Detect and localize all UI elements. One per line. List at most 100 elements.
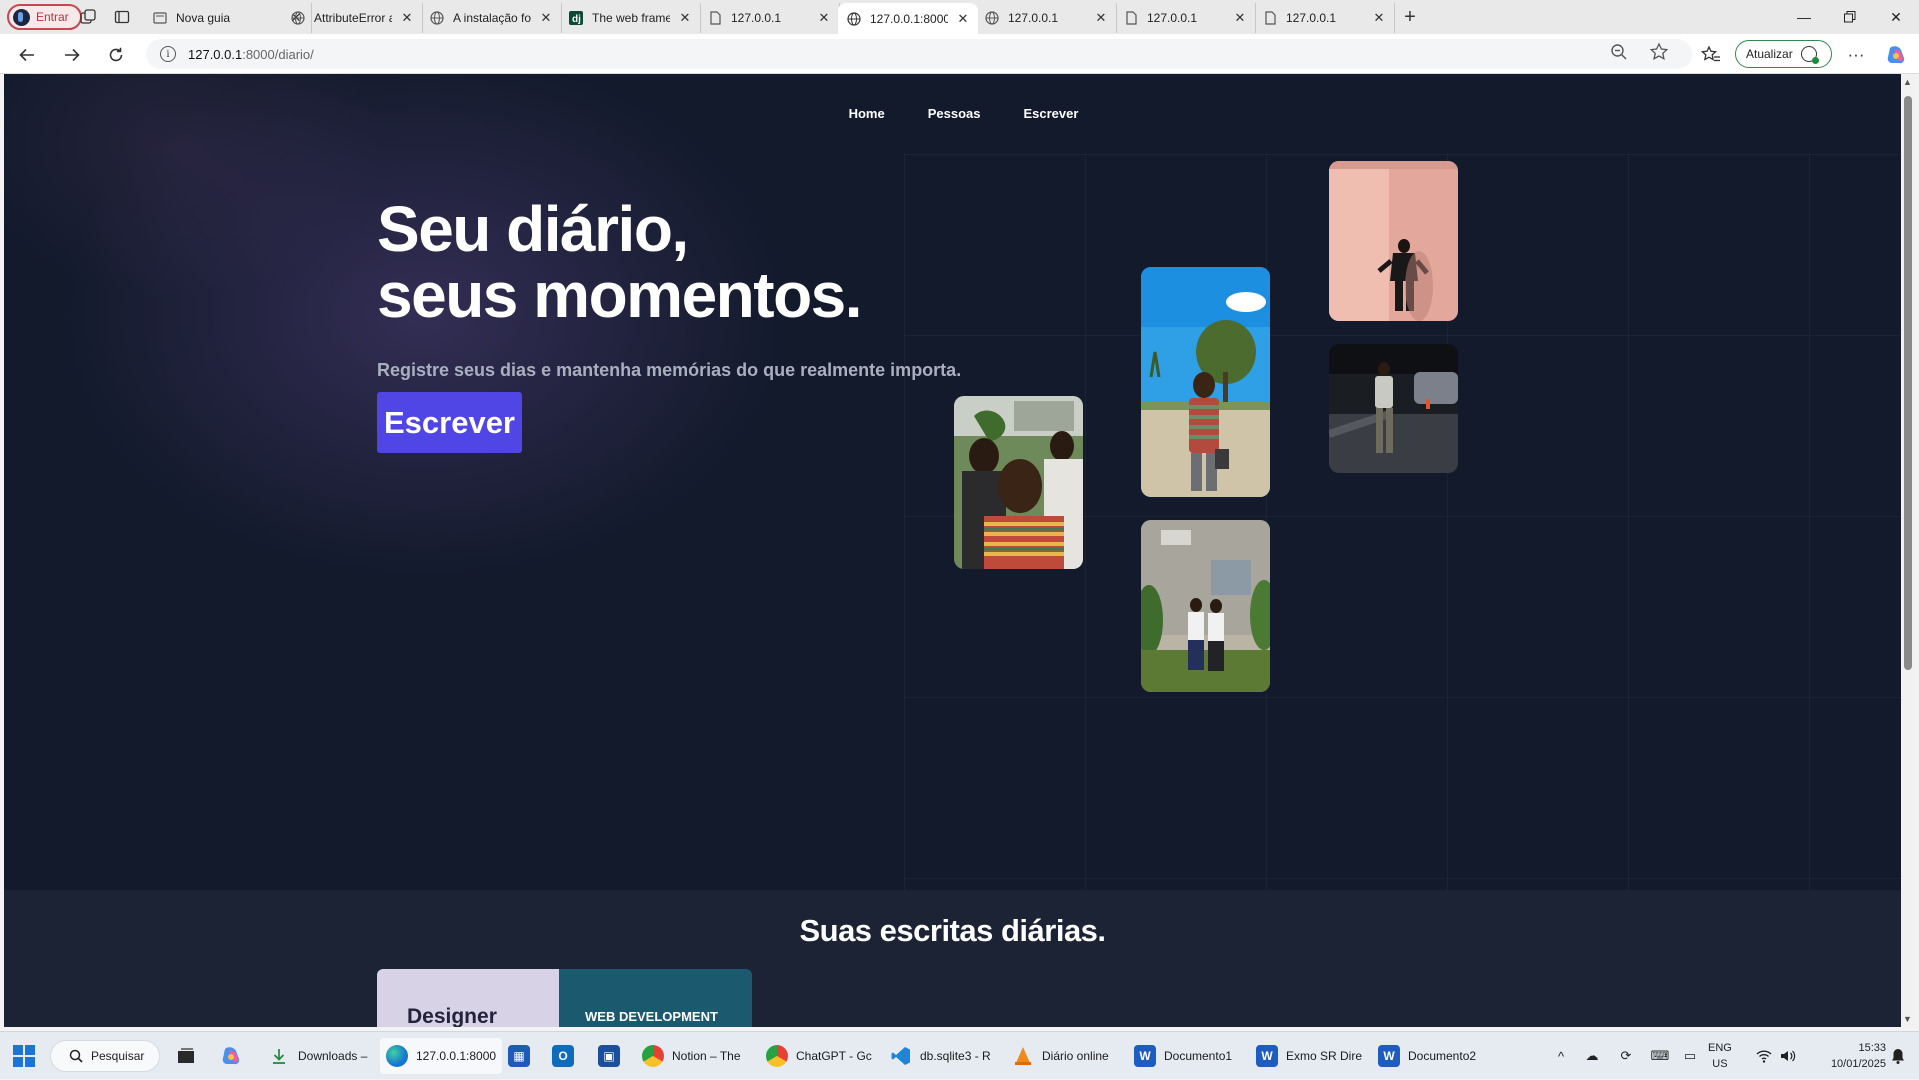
word-icon: W [1256, 1045, 1278, 1067]
display-icon[interactable]: ▭ [1678, 1032, 1702, 1080]
nav-escrever-link[interactable]: Escrever [1023, 106, 1078, 121]
browser-tab[interactable]: dj The web framework ✕ [560, 3, 701, 33]
close-tab-icon[interactable]: ✕ [1094, 10, 1108, 26]
escrever-button[interactable]: Escrever [377, 392, 522, 453]
browser-tab[interactable]: 127.0.0.1 ✕ [1254, 3, 1395, 33]
taskbar-label: Downloads – [298, 1049, 368, 1063]
close-tab-icon[interactable]: ✕ [956, 11, 970, 27]
hero-title: Seu diário, seus momentos. [377, 196, 863, 328]
nav-pessoas-link[interactable]: Pessoas [928, 106, 981, 121]
nav-home-link[interactable]: Home [849, 106, 885, 121]
browser-tab-active[interactable]: 127.0.0.1:8000/diario/ ✕ [838, 3, 978, 34]
close-tab-icon[interactable]: ✕ [400, 10, 414, 26]
taskbar-edge[interactable]: 127.0.0.1:8000 [380, 1038, 503, 1074]
address-path: :8000/diario/ [242, 46, 314, 62]
close-tab-icon[interactable]: ✕ [539, 10, 553, 26]
taskbar-chrome-notion[interactable]: Notion – The [636, 1038, 747, 1074]
taskbar-store[interactable]: ▦ [502, 1038, 536, 1074]
globe-icon [429, 10, 445, 26]
sync-icon[interactable]: ⟳ [1614, 1032, 1638, 1080]
forward-icon[interactable] [60, 43, 84, 67]
profile-label: Entrar [36, 10, 69, 24]
download-icon [268, 1045, 290, 1067]
tab-title: The web framework [592, 11, 670, 25]
writings-section-title: Suas escritas diárias. [799, 913, 1106, 948]
show-hidden-icons-icon[interactable]: ^ [1550, 1032, 1572, 1080]
language-indicator[interactable]: ENG US [1708, 1040, 1732, 1072]
notifications-icon[interactable] [1886, 1032, 1910, 1080]
vscode-icon [890, 1045, 912, 1067]
taskbar-app[interactable]: ▣ [592, 1038, 626, 1074]
diary-entry-card[interactable]: Designer WEB DEVELOPMENT [377, 969, 752, 1027]
card-left-text: Designer [407, 1005, 497, 1027]
tab-strip: Entrar Nova guia ✕ AttributeError at /di… [0, 0, 1919, 34]
back-icon[interactable] [15, 43, 39, 67]
photo-man-pink-wall [1329, 161, 1458, 321]
card-image-left: Designer [377, 969, 559, 1027]
more-options-icon[interactable]: ··· [1844, 43, 1868, 67]
browser-tab[interactable]: 127.0.0.1 ✕ [976, 3, 1117, 33]
writings-section: Suas escritas diárias. Designer WEB DEVE… [4, 890, 1901, 1027]
chrome-icon [642, 1045, 664, 1067]
site-info-icon[interactable]: i [160, 46, 176, 62]
profile-button[interactable]: Entrar [7, 4, 82, 30]
word-icon: W [1134, 1045, 1156, 1067]
close-tab-icon[interactable]: ✕ [817, 10, 831, 26]
wifi-icon[interactable] [1752, 1032, 1776, 1080]
page-viewport: Home Pessoas Escrever Seu diário, seus m… [4, 74, 1901, 1027]
keyboard-icon[interactable]: ⌨ [1648, 1032, 1672, 1080]
globe-icon [846, 11, 862, 27]
scroll-thumb[interactable] [1904, 96, 1912, 670]
copilot-icon[interactable] [1884, 43, 1908, 67]
taskbar-word-2[interactable]: W Exmo SR Dire [1250, 1038, 1368, 1074]
page-scrollbar[interactable]: ▲ ▼ [1901, 74, 1915, 1027]
taskbar-outlook[interactable]: O [546, 1038, 580, 1074]
taskbar-word-3[interactable]: W Documento2 [1372, 1038, 1482, 1074]
taskbar-downloads[interactable]: Downloads – [262, 1038, 373, 1074]
new-tab-icon[interactable]: + [1400, 6, 1420, 28]
browser-tab[interactable]: 127.0.0.1 ✕ [699, 3, 840, 33]
scroll-down-icon[interactable]: ▼ [1903, 1014, 1912, 1024]
browser-tab[interactable]: 127.0.0.1 ✕ [1115, 3, 1256, 33]
restore-icon[interactable] [1827, 0, 1873, 34]
system-clock[interactable]: 15:33 10/01/2025 [1810, 1040, 1886, 1072]
zoom-icon[interactable] [1610, 43, 1628, 66]
copilot-taskbar-icon[interactable] [214, 1038, 248, 1074]
address-bar[interactable]: i 127.0.0.1:8000/diario/ [146, 39, 1692, 69]
language-code: ENG [1708, 1042, 1732, 1054]
close-window-icon[interactable]: ✕ [1873, 0, 1919, 34]
close-tab-icon[interactable]: ✕ [678, 10, 692, 26]
tab-title: 127.0.0.1 [1008, 11, 1059, 25]
globe-icon [984, 10, 1000, 26]
tab-title: 127.0.0.1 [731, 11, 782, 25]
reload-icon[interactable] [104, 43, 128, 67]
taskbar-chrome-chatgpt[interactable]: ChatGPT - Gc [760, 1038, 878, 1074]
window-app-icon: ▣ [598, 1045, 620, 1067]
tab-actions-icon[interactable] [112, 7, 132, 27]
taskbar-label: Documento2 [1408, 1049, 1477, 1063]
browser-tab[interactable]: AttributeError at /diario/ ✕ [282, 3, 423, 33]
close-tab-icon[interactable]: ✕ [1233, 10, 1247, 26]
update-status-icon [1800, 46, 1819, 64]
close-tab-icon[interactable]: ✕ [1372, 10, 1386, 26]
file-icon [1262, 10, 1278, 26]
minimize-icon[interactable]: — [1781, 0, 1827, 34]
scroll-up-icon[interactable]: ▲ [1903, 77, 1912, 87]
favorites-icon[interactable] [1699, 43, 1723, 67]
page-icon [152, 10, 168, 26]
workspaces-icon[interactable] [78, 7, 98, 27]
update-button[interactable]: Atualizar [1735, 40, 1832, 68]
network-drive-icon[interactable]: ☁ [1580, 1032, 1604, 1080]
taskbar-vscode[interactable]: db.sqlite3 - R [884, 1038, 997, 1074]
hero-subtitle: Registre seus dias e mantenha memórias d… [377, 360, 962, 380]
update-label: Atualizar [1746, 47, 1793, 61]
volume-icon[interactable] [1776, 1032, 1800, 1080]
browser-tab[interactable]: A instalação foi concluída ✕ [421, 3, 562, 33]
word-icon: W [1378, 1045, 1400, 1067]
taskbar-search[interactable]: Pesquisar [50, 1040, 160, 1072]
task-view-icon[interactable] [170, 1038, 202, 1074]
taskbar-word-1[interactable]: W Documento1 [1128, 1038, 1238, 1074]
start-button[interactable] [6, 1038, 42, 1074]
favorite-star-icon[interactable] [1649, 42, 1669, 67]
taskbar-vlc[interactable]: Diário online [1006, 1038, 1115, 1074]
